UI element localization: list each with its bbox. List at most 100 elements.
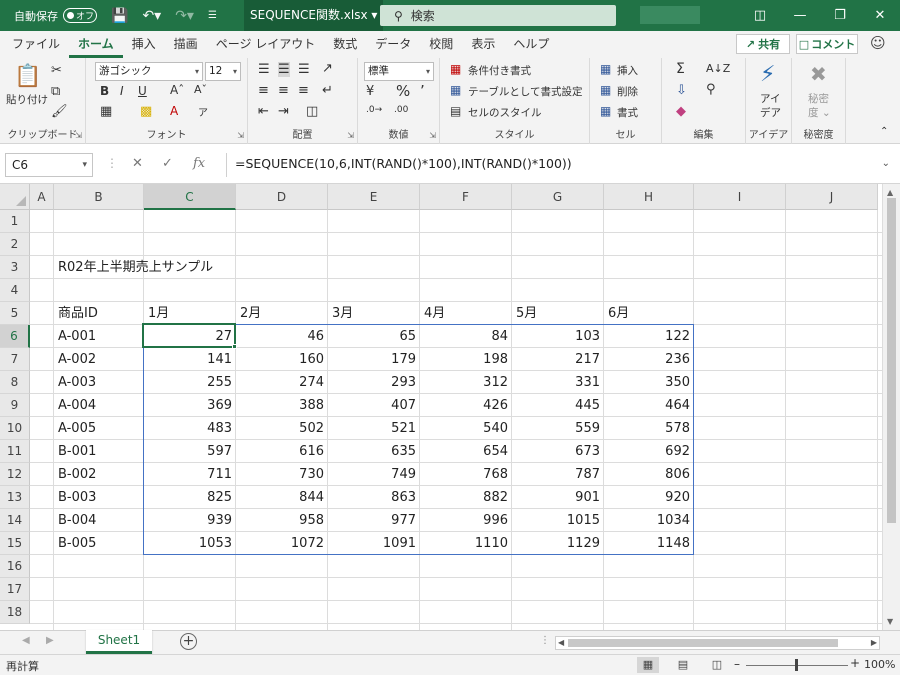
decrease-font-icon[interactable]: Aˇ [194, 83, 207, 96]
cell-product-id[interactable]: A-005 [54, 417, 144, 440]
increase-indent-icon[interactable]: ⇥ [278, 104, 289, 119]
tab-1[interactable]: ホーム [69, 35, 123, 58]
row-header-8[interactable]: 8 [0, 371, 30, 394]
cell-product-id[interactable]: B-003 [54, 486, 144, 509]
delete-cells-button[interactable]: 削除 [617, 84, 638, 99]
tab-2[interactable]: 挿入 [123, 35, 165, 58]
cell-value[interactable]: 141 [144, 348, 236, 371]
number-format-select[interactable]: 標準 ▾ [364, 62, 434, 81]
format-as-table-button[interactable]: テーブルとして書式設定 [468, 84, 583, 99]
cell-value[interactable]: 1015 [512, 509, 604, 532]
row-header-17[interactable]: 17 [0, 578, 30, 601]
cell-value[interactable]: 160 [236, 348, 328, 371]
share-button[interactable]: ↗ 共有 [736, 34, 790, 54]
collapse-ribbon-icon[interactable]: ⌃ [880, 126, 888, 137]
tab-6[interactable]: データ [366, 35, 420, 58]
cell-value[interactable]: 768 [420, 463, 512, 486]
paste-button[interactable]: 貼り付け [6, 92, 48, 107]
insert-function-icon[interactable]: fx [193, 156, 205, 171]
tab-7[interactable]: 校閲 [420, 35, 462, 58]
row-header-15[interactable]: 15 [0, 532, 30, 555]
tab-split-handle-icon[interactable]: ⋮ [540, 635, 550, 646]
cancel-entry-icon[interactable]: ✕ [132, 156, 143, 171]
page-break-view-icon[interactable]: ◫ [706, 657, 728, 673]
close-icon[interactable]: ✕ [860, 0, 900, 31]
cell-product-id[interactable]: B-005 [54, 532, 144, 555]
cell-value[interactable]: 502 [236, 417, 328, 440]
cell-value[interactable]: 445 [512, 394, 604, 417]
cell-value[interactable]: 1129 [512, 532, 604, 555]
font-color-icon[interactable]: A [170, 104, 178, 118]
align-bottom-icon[interactable]: ☰ [298, 62, 310, 77]
autosum-icon[interactable]: Σ [676, 61, 685, 77]
zoom-slider-thumb[interactable] [795, 659, 798, 671]
cell-value[interactable]: 388 [236, 394, 328, 417]
cell-value[interactable]: 863 [328, 486, 420, 509]
cell-value[interactable]: 179 [328, 348, 420, 371]
cell-product-id[interactable]: B-004 [54, 509, 144, 532]
cell-value[interactable]: 331 [512, 371, 604, 394]
align-middle-icon[interactable]: ☰ [278, 62, 290, 77]
cell-month-header[interactable]: 1月 [144, 302, 236, 325]
column-header-g[interactable]: G [512, 184, 604, 210]
column-header-h[interactable]: H [604, 184, 694, 210]
phonetic-icon[interactable]: ア [198, 104, 208, 119]
cell-value[interactable]: 958 [236, 509, 328, 532]
sensitivity-icon[interactable]: ✖ [810, 62, 827, 86]
find-select-icon[interactable]: ⚲ [706, 82, 716, 97]
cell-value[interactable]: 27 [144, 325, 236, 348]
decrease-indent-icon[interactable]: ⇤ [258, 104, 269, 119]
restore-icon[interactable]: ❐ [820, 0, 860, 31]
cell-value[interactable]: 464 [604, 394, 694, 417]
increase-font-icon[interactable]: Aˆ [170, 83, 184, 97]
ideas-button[interactable]: アイ デア [760, 92, 781, 120]
clear-icon[interactable]: ◆ [676, 104, 686, 119]
cell-value[interactable]: 1091 [328, 532, 420, 555]
comment-button[interactable]: □ コメント [796, 34, 858, 54]
minimize-icon[interactable]: — [780, 0, 820, 31]
formula-input[interactable]: =SEQUENCE(10,6,INT(RAND()*100),INT(RAND(… [226, 153, 896, 177]
fill-icon[interactable]: ⇩ [676, 83, 687, 98]
column-header-f[interactable]: F [420, 184, 512, 210]
search-box[interactable]: ⚲ 検索 [380, 5, 616, 26]
customize-toolbar-icon[interactable]: ☰ [208, 10, 217, 21]
cell-value[interactable]: 996 [420, 509, 512, 532]
cell-value[interactable]: 635 [328, 440, 420, 463]
cell-product-id[interactable]: A-001 [54, 325, 144, 348]
font-launcher-icon[interactable]: ⇲ [237, 131, 244, 140]
cell-month-header[interactable]: 4月 [420, 302, 512, 325]
cell-month-header[interactable]: 3月 [328, 302, 420, 325]
cell-value[interactable]: 369 [144, 394, 236, 417]
italic-icon[interactable]: I [120, 84, 124, 98]
font-name-select[interactable]: 游ゴシック ▾ [95, 62, 203, 81]
ribbon-display-options-icon[interactable]: ◫ [740, 0, 780, 31]
comma-icon[interactable]: ’ [420, 82, 425, 100]
column-header-c[interactable]: C [144, 184, 236, 210]
percent-icon[interactable]: % [396, 82, 410, 100]
confirm-entry-icon[interactable]: ✓ [162, 156, 173, 171]
undo-icon[interactable]: ↶▾ [142, 8, 161, 24]
cell-value[interactable]: 882 [420, 486, 512, 509]
row-header-13[interactable]: 13 [0, 486, 30, 509]
cell-product-id[interactable]: B-001 [54, 440, 144, 463]
horizontal-scrollbar[interactable]: ◀ ▶ [555, 636, 880, 650]
ideas-lightning-icon[interactable]: ⚡ [760, 62, 775, 87]
cell-value[interactable]: 274 [236, 371, 328, 394]
tab-8[interactable]: 表示 [462, 35, 504, 58]
column-header-e[interactable]: E [328, 184, 420, 210]
cell-value[interactable]: 1034 [604, 509, 694, 532]
save-icon[interactable]: 💾 [111, 8, 128, 24]
paste-icon[interactable]: 📋 [14, 64, 41, 89]
format-painter-icon[interactable]: 🖌 [51, 104, 68, 119]
cell-value[interactable]: 217 [512, 348, 604, 371]
cell-value[interactable]: 654 [420, 440, 512, 463]
number-launcher-icon[interactable]: ⇲ [429, 131, 436, 140]
row-header-14[interactable]: 14 [0, 509, 30, 532]
autosave-toggle[interactable]: オフ [63, 8, 97, 23]
normal-view-icon[interactable]: ▦ [637, 657, 659, 673]
row-header-11[interactable]: 11 [0, 440, 30, 463]
wrap-text-icon[interactable]: ↵ [322, 83, 333, 98]
column-header-i[interactable]: I [694, 184, 786, 210]
column-header-j[interactable]: J [786, 184, 878, 210]
tab-4[interactable]: ページ レイアウト [207, 35, 325, 58]
